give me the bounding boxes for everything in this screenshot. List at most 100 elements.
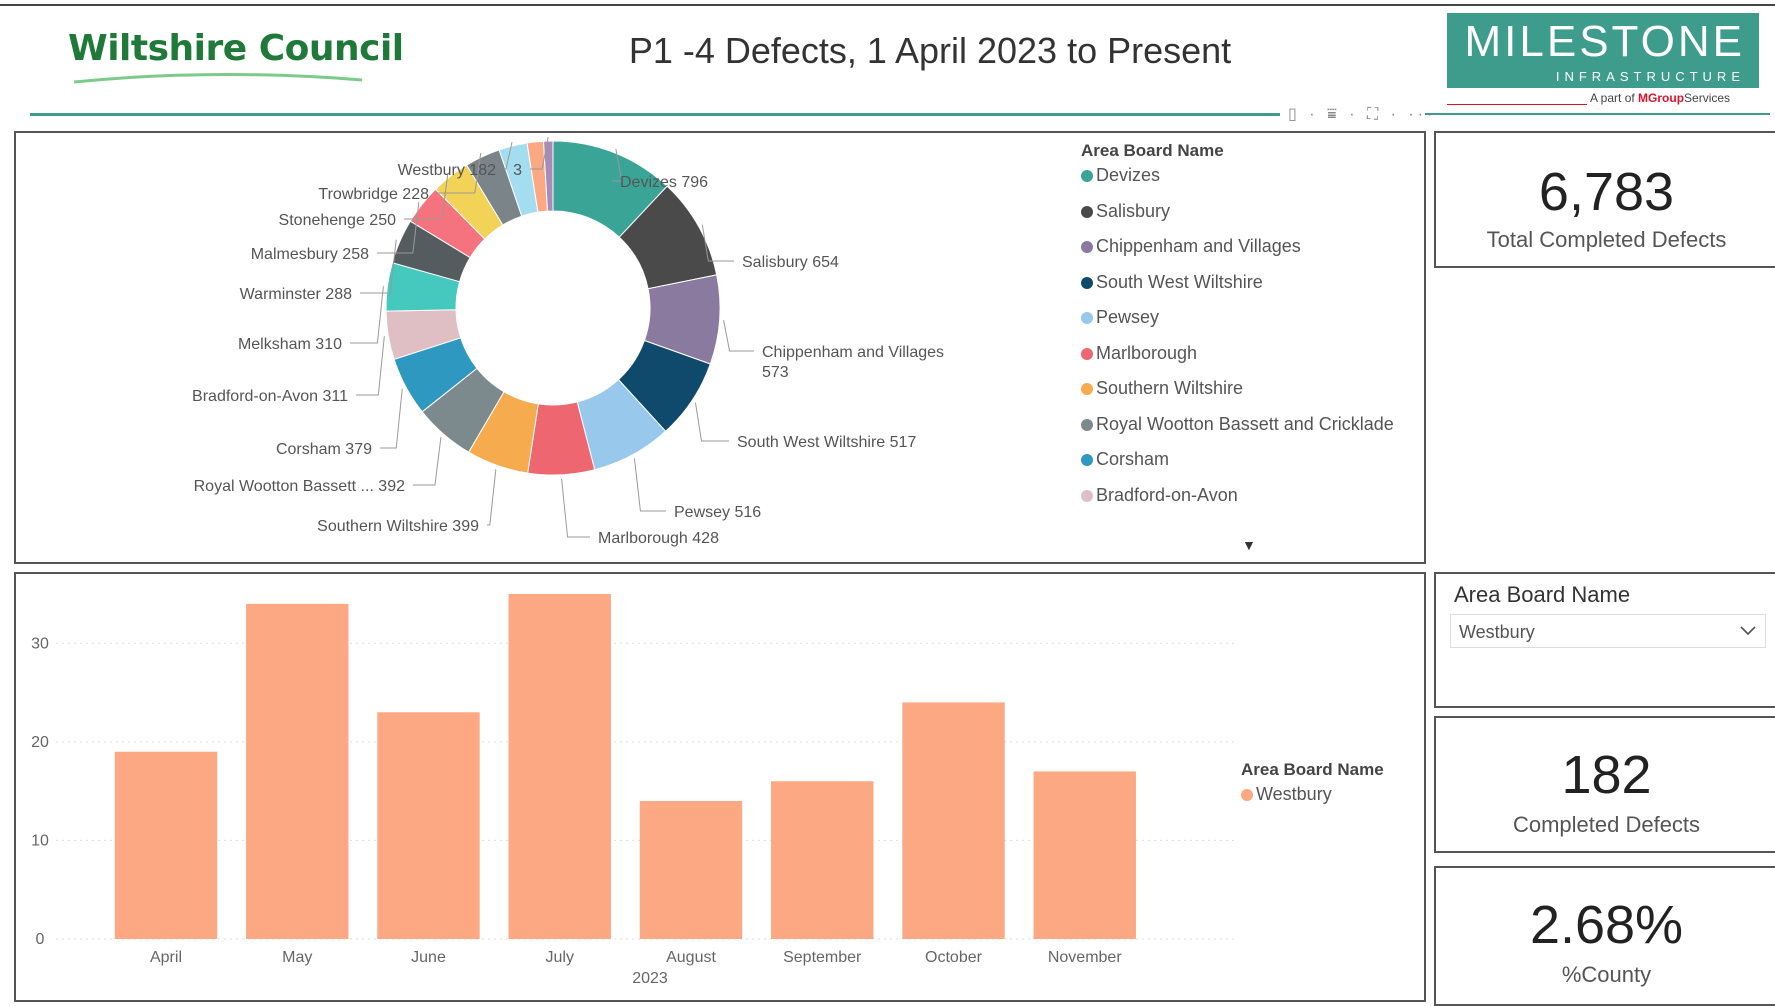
legend-label: Devizes (1096, 165, 1161, 185)
legend-label: South West Wiltshire (1096, 271, 1263, 292)
y-tick-label: 0 (36, 931, 45, 948)
x-tick-label: July (546, 949, 574, 966)
top-border (0, 4, 1775, 6)
total-completed-value: 6,783 (1538, 162, 1675, 222)
x-tick-label: September (783, 949, 862, 966)
donut-data-label: 3 (513, 162, 522, 179)
donut-data-label: Malmesbury 258 (251, 246, 369, 263)
donut-data-label: Bradford-on-Avon 311 (192, 388, 348, 405)
slicer-selected-value: Westbury (1459, 622, 1535, 642)
bar-legend-title: Area Board Name (1241, 760, 1384, 779)
chevron-down-icon[interactable] (1739, 623, 1757, 637)
header-rule (30, 113, 1280, 116)
milestone-sub: INFRASTRUCTURE (1555, 69, 1745, 84)
percent-county-value: 2.68% (1529, 895, 1684, 955)
donut-data-label: South West Wiltshire 517 (737, 434, 916, 451)
legend-dot-icon (1081, 489, 1093, 502)
legend-dot-icon (1081, 205, 1093, 218)
legend-label: Bradford-on-Avon (1096, 484, 1238, 505)
header-rule-right (1425, 113, 1770, 115)
tagline-suffix: Services (1684, 91, 1731, 105)
legend-item-corsham[interactable]: Corsham (1081, 449, 1169, 470)
donut-data-label: Devizes 796 (620, 174, 708, 191)
legend-dot-icon (1081, 454, 1093, 466)
bar-october[interactable] (902, 702, 1005, 939)
bar-chart[interactable]: 0 10 20 30 April May June July August September Oc… (16, 574, 1424, 1000)
donut-data-label: Chippenham and Villages (762, 344, 944, 361)
legend-item-bradford-on-avon[interactable]: Bradford-on-Avon (1081, 485, 1238, 506)
donut-leader-line (380, 388, 403, 449)
percent-county-card: 2.68% %County (1434, 866, 1775, 1006)
x-tick-label: August (666, 949, 716, 966)
legend-item-salisbury[interactable]: Salisbury (1081, 201, 1170, 222)
legend-dot-icon (1081, 418, 1093, 431)
legend-dot-icon (1081, 312, 1093, 324)
total-completed-card: 6,783 Total Completed Defects (1434, 131, 1775, 268)
bar-july[interactable] (508, 594, 611, 939)
completed-defects-card: 182 Completed Defects (1434, 716, 1775, 853)
bar-june[interactable] (377, 712, 480, 939)
legend-dot-icon (1081, 170, 1093, 182)
bar-may[interactable] (246, 603, 349, 939)
bar-april[interactable] (114, 751, 218, 939)
donut-data-label: Royal Wootton Bassett ... 392 (194, 478, 405, 495)
legend-item-chippenham-and-villages[interactable]: Chippenham and Villages (1081, 236, 1301, 257)
legend-label: Chippenham and Villages (1096, 236, 1301, 256)
donut-data-label: Southern Wiltshire 399 (317, 518, 479, 535)
bar-legend-item[interactable]: Westbury (1241, 784, 1384, 805)
bar-chart-visual[interactable]: 0 10 20 30 April May June July August September Oc… (14, 572, 1426, 1002)
bar-september[interactable] (771, 781, 874, 939)
legend-dot-icon (1081, 383, 1093, 395)
legend-item-royal-wootton-bassett-and-cricklade[interactable]: Royal Wootton Bassett and Cricklade (1081, 414, 1394, 435)
legend-dot-icon (1081, 276, 1093, 289)
donut-chart-visual[interactable]: Devizes 796 Salisbury 654 Chippenham and V… (14, 131, 1426, 564)
y-tick-label: 20 (31, 734, 49, 751)
donut-leader-line (413, 437, 442, 486)
completed-defects-value: 182 (1561, 745, 1652, 805)
x-tick-label: November (1048, 949, 1122, 966)
tagline-prefix: A part of (1590, 91, 1639, 105)
bar-legend: Area Board Name Westbury (1241, 760, 1384, 805)
area-board-dropdown[interactable]: Westbury (1450, 614, 1766, 648)
legend-item-south-west-wiltshire[interactable]: South West Wiltshire (1081, 272, 1263, 293)
total-completed-label: Total Completed Defects (1486, 227, 1727, 252)
bar-november[interactable] (1033, 771, 1136, 939)
legend-label: Royal Wootton Bassett and Cricklade (1096, 413, 1394, 434)
page-title: P1 -4 Defects, 1 April 2023 to Present (628, 30, 1232, 71)
x-axis-label: 2023 (632, 970, 668, 987)
legend-label: Corsham (1096, 449, 1170, 469)
slicer-title: Area Board Name (1454, 582, 1631, 607)
tagline-brand: MGroup (1638, 91, 1685, 105)
donut-data-label: Corsham 379 (276, 441, 372, 458)
legend-item-devizes[interactable]: Devizes (1081, 165, 1160, 186)
x-tick-label: May (282, 949, 312, 966)
milestone-tagline: A part of MGroupServices (1590, 91, 1730, 105)
area-board-slicer[interactable]: Area Board Name Westbury (1434, 572, 1775, 708)
legend-label: Pewsey (1096, 307, 1160, 327)
x-tick-label: October (925, 949, 983, 966)
council-logo-text: Wiltshire Council (68, 28, 404, 69)
donut-leader-line (356, 336, 385, 396)
legend-item-marlborough[interactable]: Marlborough (1081, 343, 1197, 364)
milestone-name: MILESTONE (1464, 17, 1745, 66)
donut-data-label: Melksham 310 (238, 336, 342, 353)
donut-leader-line (633, 458, 666, 512)
legend-item-pewsey[interactable]: Pewsey (1081, 307, 1159, 328)
donut-leader-line (561, 478, 590, 538)
donut-legend: Area Board Name (1081, 141, 1224, 161)
y-tick-label: 30 (31, 635, 49, 652)
bar-legend-label: Westbury (1256, 784, 1332, 804)
donut-leader-line (723, 320, 754, 352)
legend-item-southern-wiltshire[interactable]: Southern Wiltshire (1081, 378, 1243, 399)
completed-defects-label: Completed Defects (1512, 812, 1701, 837)
legend-more-icon[interactable]: ▼ (1242, 537, 1256, 553)
legend-dot-icon (1081, 347, 1093, 360)
wiltshire-council-logo: Wiltshire Council (68, 28, 404, 96)
donut-data-label: Trowbridge 228 (318, 186, 429, 203)
legend-label: Southern Wiltshire (1096, 378, 1244, 398)
legend-label: Salisbury (1096, 200, 1171, 221)
visual-header-toolbar[interactable]: ▯ · ⩸ · ⛶ · ··· (1288, 104, 1436, 124)
donut-data-label: Warminster 288 (240, 286, 352, 303)
x-tick-label: June (411, 949, 446, 966)
bar-august[interactable] (639, 801, 743, 939)
